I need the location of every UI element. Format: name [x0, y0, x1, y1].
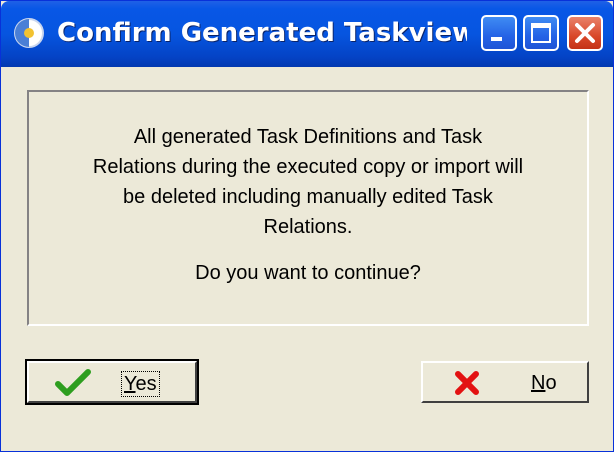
message-question: Do you want to continue? — [195, 262, 421, 284]
maximize-icon — [531, 23, 551, 43]
app-icon — [13, 17, 45, 49]
confirm-dialog-window: Confirm Generated Taskview P... All gene… — [0, 0, 614, 452]
close-button[interactable] — [567, 15, 603, 51]
minimize-button[interactable] — [481, 15, 517, 51]
message-body: All generated Task Definitions and Task … — [92, 126, 524, 238]
yes-button-label: Yes — [121, 371, 160, 397]
no-button-label: No — [531, 372, 557, 394]
no-button[interactable]: No — [421, 361, 589, 403]
window-title: Confirm Generated Taskview P... — [57, 18, 467, 48]
message-panel: All generated Task Definitions and Task … — [27, 90, 589, 326]
title-bar[interactable]: Confirm Generated Taskview P... — [1, 1, 613, 67]
x-icon — [453, 369, 481, 403]
maximize-button[interactable] — [523, 15, 559, 51]
close-icon — [575, 23, 595, 43]
check-icon — [55, 369, 91, 403]
minimize-icon — [491, 37, 502, 41]
yes-button[interactable]: Yes — [25, 359, 199, 405]
